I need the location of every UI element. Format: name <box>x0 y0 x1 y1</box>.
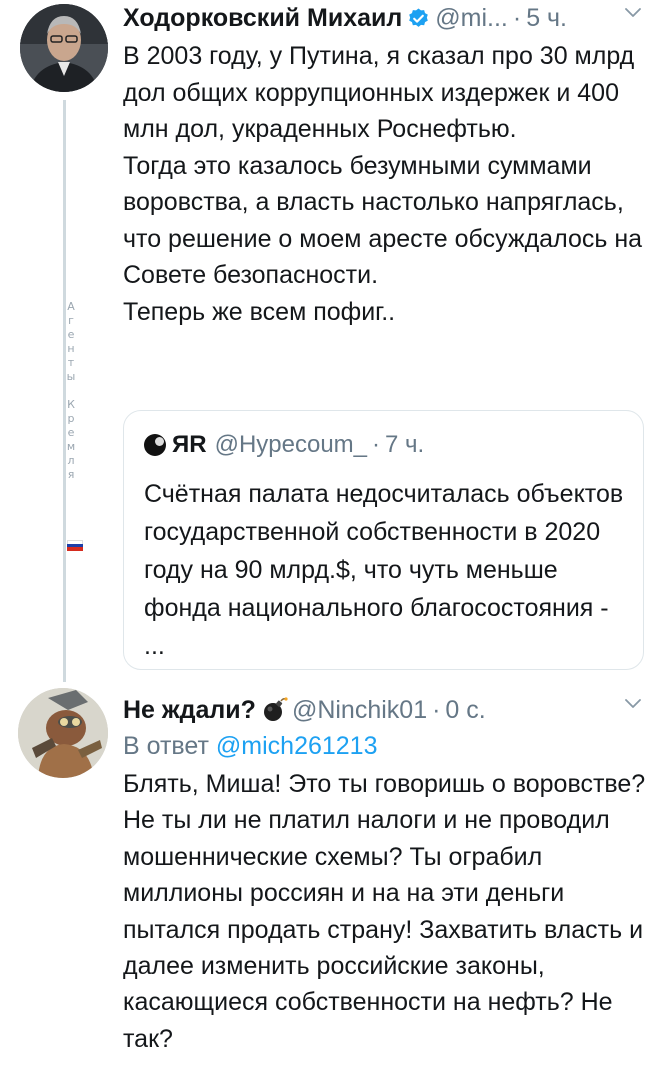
timestamp[interactable]: 0 с. <box>445 696 485 725</box>
author-handle: @Hypecoum_ <box>214 431 368 458</box>
quoted-tweet-body: Счётная палата недосчиталась объектов го… <box>144 480 624 660</box>
watermark-letter: К <box>67 398 75 411</box>
chevron-down-icon[interactable] <box>622 693 644 715</box>
separator-dot: · <box>432 695 441 724</box>
watermark-letter: А <box>67 300 75 313</box>
timestamp[interactable]: 5 ч. <box>526 4 567 33</box>
bomb-emoji-icon <box>262 697 288 723</box>
quoted-tweet[interactable]: ЯR @Hypecoum_ · 7 ч. Счётная палата недо… <box>123 410 644 670</box>
watermark-letter: я <box>67 468 75 481</box>
flag-stripe <box>67 547 83 551</box>
separator-dot: · <box>372 431 381 458</box>
tweet-header: Ходорковский Михаил @mi... · 5 ч. <box>123 0 567 36</box>
author-name[interactable]: Ходорковский Михаил <box>123 4 402 33</box>
watermark-letter: р <box>67 412 75 425</box>
profile-photo <box>20 4 108 92</box>
russian-flag-icon <box>67 540 83 551</box>
tweet-thread: А г е н т ы К р е м л я Ходорковский Мих… <box>0 0 663 1080</box>
tweet-body: Блять, Миша! Это ты говоришь о воровстве… <box>123 770 646 1053</box>
watermark-letter: н <box>67 342 75 355</box>
watermark-letter: е <box>67 426 75 439</box>
watermark-letter: е <box>67 328 75 341</box>
reply-context: В ответ @mich261213 <box>123 730 378 762</box>
author-handle[interactable]: @Ninchik01 <box>292 696 427 725</box>
watermark-letter: м <box>66 440 76 453</box>
watermark-letter: г <box>68 314 74 327</box>
quoted-tweet-header: ЯR @Hypecoum_ · 7 ч. <box>144 429 424 461</box>
chevron-down-icon[interactable] <box>622 2 644 24</box>
watermark-letter: л <box>67 454 75 467</box>
verified-badge-icon <box>407 7 430 30</box>
reply-prefix: В ответ <box>123 732 209 760</box>
watermark-letter: ы <box>66 370 76 383</box>
author-name: ЯR <box>172 431 207 458</box>
avatar <box>144 434 166 456</box>
watermark: А г е н т ы К р е м л я <box>65 300 77 482</box>
tweet-header: Не ждали? @Ninchik01 · 0 с. <box>123 692 486 728</box>
author-handle[interactable]: @mi... <box>435 4 508 33</box>
separator-dot: · <box>512 3 522 32</box>
reply-to-link[interactable]: @mich261213 <box>216 732 378 760</box>
timestamp: 7 ч. <box>385 431 425 458</box>
tweet-body: В 2003 году, у Путина, я сказал про 30 м… <box>123 42 643 326</box>
avatar[interactable] <box>20 4 108 92</box>
watermark-letter: т <box>67 356 75 369</box>
author-name[interactable]: Не ждали? <box>123 696 256 725</box>
avatar[interactable] <box>18 688 108 778</box>
profile-illustration <box>18 688 108 778</box>
